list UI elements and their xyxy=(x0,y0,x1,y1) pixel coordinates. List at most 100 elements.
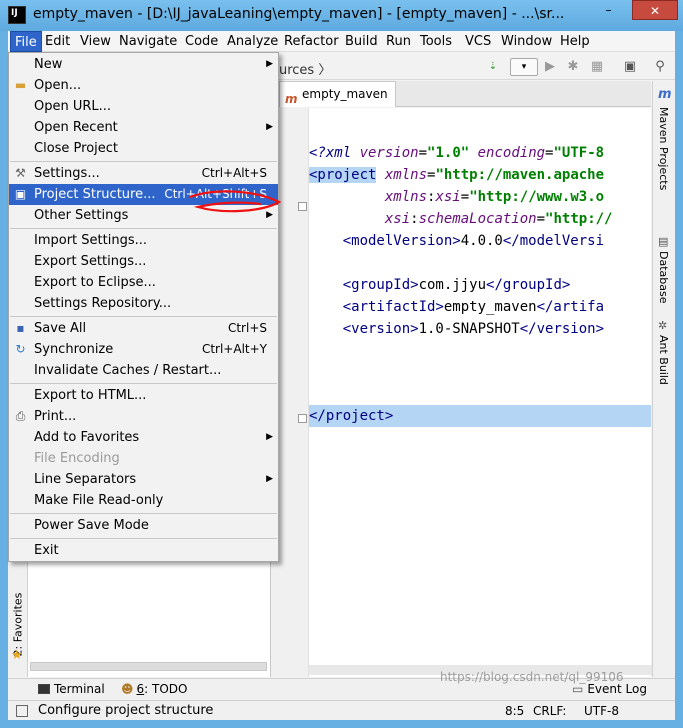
ant-build-tool-button[interactable]: Ant Build xyxy=(657,335,670,385)
print-icon: ⎙ xyxy=(15,409,26,423)
menu-item-label: Make File Read-only xyxy=(34,493,164,508)
code-editor[interactable]: <?xml version="1.0" encoding="UTF-8 <pro… xyxy=(271,108,657,677)
menu-item-line-separators[interactable]: Line Separators ▶ xyxy=(9,469,278,490)
code-line-4: xsi:schemaLocation="http:// xyxy=(309,211,613,227)
menu-build[interactable]: Build xyxy=(341,33,382,51)
window-title: empty_maven - [D:\IJ_javaLeaning\empty_m… xyxy=(33,6,565,22)
event-log-tool-button[interactable]: ▭ Event Log xyxy=(572,682,647,696)
menu-item-open-url[interactable]: Open URL... xyxy=(9,96,278,117)
menu-item-make-file-read-only[interactable]: Make File Read-only xyxy=(9,490,278,511)
event-log-icon: ▭ xyxy=(572,682,584,696)
menu-code[interactable]: Code xyxy=(181,33,222,51)
menu-item-label: Open URL... xyxy=(34,99,112,114)
menu-item-close-project[interactable]: Close Project xyxy=(9,138,278,159)
menu-item-export-settings[interactable]: Export Settings... xyxy=(9,251,278,272)
menu-item-file-encoding: File Encoding xyxy=(9,448,278,469)
editor-tab-strip: m empty_maven xyxy=(271,81,651,107)
menu-item-print[interactable]: ⎙ Print... xyxy=(9,406,278,427)
submenu-arrow-icon: ▶ xyxy=(266,122,273,132)
submenu-arrow-icon: ▶ xyxy=(266,474,273,484)
title-bar[interactable]: empty_maven - [D:\IJ_javaLeaning\empty_m… xyxy=(0,0,683,31)
run-icon[interactable]: ▶ xyxy=(541,58,559,76)
menu-item-invalidate-caches-restart[interactable]: Invalidate Caches / Restart... xyxy=(9,360,278,381)
menu-item-export-to-eclipse[interactable]: Export to Eclipse... xyxy=(9,272,278,293)
project-structure-toolbar-icon[interactable]: ▣ xyxy=(621,58,639,76)
maven-icon: m xyxy=(658,87,672,102)
menu-item-other-settings[interactable]: Other Settings ▶ xyxy=(9,205,278,226)
menu-item-label: Power Save Mode xyxy=(34,518,149,533)
wrench-icon: ⚒ xyxy=(15,166,26,180)
menu-separator xyxy=(10,538,277,539)
menu-item-settings[interactable]: ⚒ Settings... Ctrl+Alt+S xyxy=(9,163,278,184)
menu-item-label: New xyxy=(34,57,63,72)
menu-item-export-to-html[interactable]: Export to HTML... xyxy=(9,385,278,406)
search-icon[interactable]: ⚲ xyxy=(651,58,669,76)
terminal-tool-button[interactable]: Terminal xyxy=(38,682,105,696)
code-line-1: <?xml version="1.0" encoding="UTF-8 xyxy=(309,145,605,161)
fold-marker-icon[interactable] xyxy=(298,202,307,211)
code-line-8: <version>1.0-SNAPSHOT</version> xyxy=(309,321,605,337)
file-encoding-indicator[interactable]: UTF-8 xyxy=(584,704,619,718)
menu-item-add-to-favorites[interactable]: Add to Favorites ▶ xyxy=(9,427,278,448)
code-line-7: <artifactId>empty_maven</artifa xyxy=(309,299,605,315)
menu-item-label: Export to HTML... xyxy=(34,388,147,403)
maven-projects-tool-button[interactable]: Maven Projects xyxy=(657,107,670,190)
menu-run[interactable]: Run xyxy=(382,33,415,51)
menu-item-open-recent[interactable]: Open Recent ▶ xyxy=(9,117,278,138)
menu-view[interactable]: View xyxy=(76,33,115,51)
make-project-icon[interactable]: ⇣ xyxy=(484,58,502,76)
menu-item-power-save-mode[interactable]: Power Save Mode xyxy=(9,515,278,536)
menu-item-exit[interactable]: Exit xyxy=(9,540,278,561)
todo-icon: ☻ xyxy=(121,682,134,696)
menu-navigate[interactable]: Navigate xyxy=(115,33,181,51)
coverage-icon[interactable]: ▦ xyxy=(588,58,606,76)
project-structure-icon: ▣ xyxy=(14,187,27,201)
caret-position[interactable]: 8:5 xyxy=(505,704,524,718)
ide-client-area: File Edit View Navigate Code Analyze Ref… xyxy=(8,31,675,720)
menu-item-label: Other Settings xyxy=(34,208,129,223)
project-horizontal-scrollbar[interactable] xyxy=(30,662,267,671)
menu-item-project-structure[interactable]: ▣ Project Structure... Ctrl+Alt+Shift+S xyxy=(9,184,278,205)
run-configuration-dropdown[interactable]: ▾ xyxy=(510,58,538,76)
menu-separator xyxy=(10,513,277,514)
menu-window[interactable]: Window xyxy=(497,33,556,51)
breadcrumb[interactable]: ources 〉 xyxy=(271,59,331,78)
menu-item-label: Line Separators xyxy=(34,472,137,487)
menu-item-label: Settings Repository... xyxy=(34,296,172,311)
menu-item-open[interactable]: ▬ Open... xyxy=(9,75,278,96)
fold-marker-icon[interactable] xyxy=(298,414,307,423)
database-tool-button[interactable]: Database xyxy=(657,251,670,304)
folder-icon: ▬ xyxy=(14,78,27,92)
menu-item-import-settings[interactable]: Import Settings... xyxy=(9,230,278,251)
menu-item-new[interactable]: New ▶ xyxy=(9,54,278,75)
menu-help[interactable]: Help xyxy=(556,33,594,51)
todo-tool-button[interactable]: ☻ 6: TODO xyxy=(121,682,187,696)
menu-tools[interactable]: Tools xyxy=(416,33,456,51)
menu-file[interactable]: File xyxy=(10,31,42,52)
watermark: https://blog.csdn.net/ql_99106 xyxy=(440,670,624,684)
menu-item-settings-repository[interactable]: Settings Repository... xyxy=(9,293,278,314)
debug-icon[interactable]: ✱ xyxy=(564,58,582,76)
menu-item-save-all[interactable]: ▪ Save All Ctrl+S xyxy=(9,318,278,339)
tab-empty-maven[interactable]: m empty_maven xyxy=(279,81,396,107)
menu-item-label: Export to Eclipse... xyxy=(34,275,156,290)
code-line-3: xmlns:xsi="http://www.w3.o xyxy=(309,189,605,205)
status-bar-toggle-icon[interactable] xyxy=(16,705,28,717)
line-separator-indicator[interactable]: CRLF: xyxy=(533,704,566,718)
menu-analyze[interactable]: Analyze xyxy=(223,33,282,51)
menu-vcs[interactable]: VCS xyxy=(461,33,495,51)
save-icon: ▪ xyxy=(16,321,25,335)
status-message: Configure project structure xyxy=(38,703,214,718)
menu-bar: File Edit View Navigate Code Analyze Ref… xyxy=(8,31,675,52)
menu-item-shortcut: Ctrl+Alt+Y xyxy=(201,342,267,356)
menu-item-label: Add to Favorites xyxy=(34,430,140,445)
menu-item-shortcut: Ctrl+S xyxy=(227,321,267,335)
menu-refactor[interactable]: Refactor xyxy=(280,33,343,51)
right-tool-stripe: m Maven Projects ▤ Database ✲ Ant Build xyxy=(652,81,675,677)
close-button[interactable]: ✕ xyxy=(632,0,678,20)
menu-item-synchronize[interactable]: ↻ Synchronize Ctrl+Alt+Y xyxy=(9,339,278,360)
code-line-6: <groupId>com.jjyu</groupId> xyxy=(309,277,571,293)
menu-edit[interactable]: Edit xyxy=(41,33,74,51)
menu-separator xyxy=(10,161,277,162)
minimize-button[interactable]: – xyxy=(595,0,622,20)
